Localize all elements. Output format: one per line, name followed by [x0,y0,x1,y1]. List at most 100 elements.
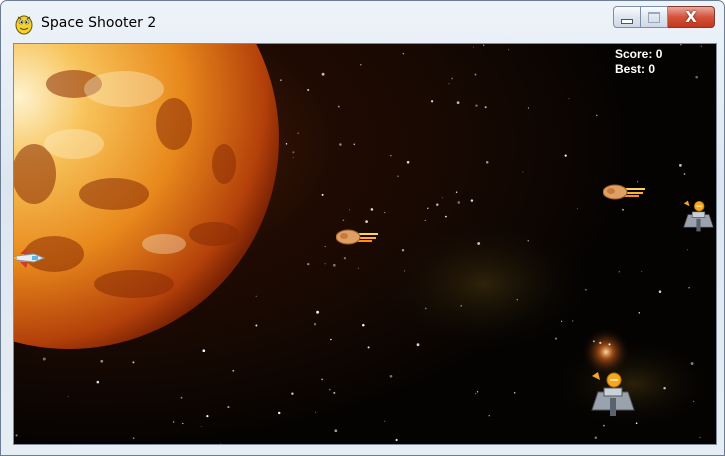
star [328,388,331,391]
star [180,396,183,399]
star [603,424,605,427]
star [455,191,458,193]
star [389,374,393,378]
star [572,320,574,322]
meteor [603,184,645,200]
star [365,220,368,223]
star [592,340,595,343]
star [436,203,439,206]
star [416,343,420,347]
star [367,346,370,349]
star [96,380,100,384]
game-canvas[interactable]: Score: 0 Best: 0 [13,43,717,445]
maximize-icon [648,11,660,23]
maximize-button[interactable] [641,6,668,28]
star [576,208,578,210]
star [663,386,666,390]
star [357,267,359,269]
star [206,415,209,418]
window-title: Space Shooter 2 [41,15,157,31]
star [618,271,621,273]
pygame-snake-icon [15,15,33,35]
star [641,270,643,272]
star [307,88,310,92]
star [330,338,332,341]
star [679,164,682,167]
star [227,406,230,409]
star [292,151,295,154]
star [360,64,362,66]
star [402,52,405,55]
close-icon: X [685,8,697,26]
star [475,104,478,107]
star [430,100,434,103]
star [395,438,398,442]
star [220,442,222,444]
title-bar[interactable]: Space Shooter 2 X [1,1,724,41]
star [424,307,427,310]
star [474,392,477,395]
star [314,411,317,413]
star [390,154,392,157]
star [370,208,374,211]
star [527,107,529,109]
star [202,349,206,353]
star [255,324,258,327]
star [349,209,351,211]
star [337,105,340,108]
star [658,290,662,293]
star [527,240,529,242]
star [444,215,447,218]
star [508,49,510,51]
meteor [336,229,378,245]
star [690,362,694,365]
star [635,422,638,425]
star [695,75,699,79]
star [680,44,682,46]
star [560,320,563,322]
star [683,173,686,175]
star [448,83,450,85]
star [608,343,611,346]
star [42,357,46,361]
star [100,359,104,363]
star [427,207,429,210]
star [474,73,477,76]
star [342,219,345,222]
star [313,323,317,326]
star [277,411,281,415]
star [279,79,282,82]
close-button[interactable]: X [668,6,715,28]
star [182,422,184,425]
star [132,437,135,440]
star [401,248,405,252]
star [470,199,474,202]
star [321,72,325,76]
star [424,219,426,221]
star [516,299,518,301]
star [67,395,69,397]
enemy-ship [591,372,635,416]
star [485,161,489,164]
star [404,270,406,272]
star [334,429,338,433]
star [596,114,598,117]
star [483,44,485,46]
star [477,242,481,245]
star [292,157,294,158]
star [460,305,462,307]
star [321,378,323,381]
minimize-icon [621,18,633,24]
star [584,288,587,291]
score-hud: Score: 0 Best: 0 [615,47,662,77]
score-value: 0 [655,47,663,61]
star [451,77,453,80]
star [622,208,624,211]
star [692,400,695,403]
star [599,341,602,345]
minimize-button[interactable] [613,6,641,28]
star [285,143,288,145]
game-window: Space Shooter 2 X Score: 0 Best: 0 [0,0,725,456]
star [687,249,689,251]
star [397,175,399,177]
